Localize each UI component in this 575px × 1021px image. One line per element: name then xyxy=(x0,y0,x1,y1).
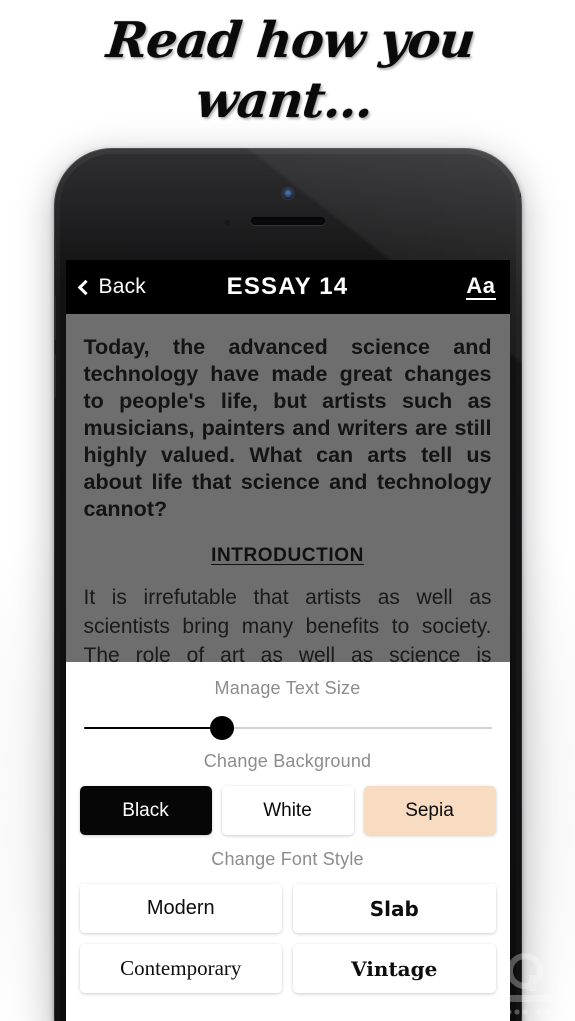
change-background-label: Change Background xyxy=(203,751,372,771)
back-button[interactable]: Back xyxy=(77,275,147,299)
font-option-vintage[interactable]: Vintage xyxy=(293,944,496,993)
back-button-label: Back xyxy=(98,275,146,298)
promo-headline: Read how you want... xyxy=(103,11,478,129)
text-size-slider[interactable] xyxy=(83,709,492,747)
background-option-white[interactable]: White xyxy=(221,786,354,835)
earpiece-speaker-icon xyxy=(250,217,325,225)
essay-reading-area[interactable]: Today, the advanced science and technolo… xyxy=(65,314,510,662)
font-option-slab[interactable]: Slab xyxy=(293,884,496,933)
volume-down-button[interactable] xyxy=(53,354,56,398)
reading-settings-panel: Manage Text Size Change Background Black… xyxy=(65,662,510,1021)
essay-question: Today, the advanced science and technolo… xyxy=(83,335,492,521)
font-options-grid: Modern Slab Contemporary Vintage xyxy=(79,884,496,993)
slider-track-fill xyxy=(83,726,223,730)
front-camera-icon xyxy=(282,188,293,199)
app-navbar: Back ESSAY 14 Aa xyxy=(65,260,510,314)
background-options-row: Black White Sepia xyxy=(79,786,496,835)
power-button[interactable] xyxy=(519,158,522,198)
change-font-style-label: Change Font Style xyxy=(211,849,364,869)
phone-screen: Back ESSAY 14 Aa Today, the advanced sci… xyxy=(65,260,510,1021)
font-option-modern[interactable]: Modern xyxy=(79,884,282,933)
background-option-sepia[interactable]: Sepia xyxy=(363,786,496,835)
proximity-sensor-icon xyxy=(224,220,230,225)
silent-switch-button[interactable] xyxy=(53,236,56,262)
manage-text-size-label: Manage Text Size xyxy=(214,678,361,698)
background-option-black[interactable]: Black xyxy=(79,786,212,835)
essay-body-text: It is irrefutable that artists as well a… xyxy=(83,586,492,662)
phone-device-frame: Back ESSAY 14 Aa Today, the advanced sci… xyxy=(53,148,522,1021)
text-size-icon[interactable]: Aa xyxy=(466,274,496,300)
slider-thumb[interactable] xyxy=(210,716,235,740)
promo-screenshot: Read how you want... Back ESSAY 14 Aa To… xyxy=(0,0,575,1021)
volume-up-button[interactable] xyxy=(53,296,56,340)
essay-section-heading: INTRODUCTION xyxy=(211,545,364,566)
font-option-contemporary[interactable]: Contemporary xyxy=(79,944,282,993)
chevron-left-icon xyxy=(77,279,93,295)
